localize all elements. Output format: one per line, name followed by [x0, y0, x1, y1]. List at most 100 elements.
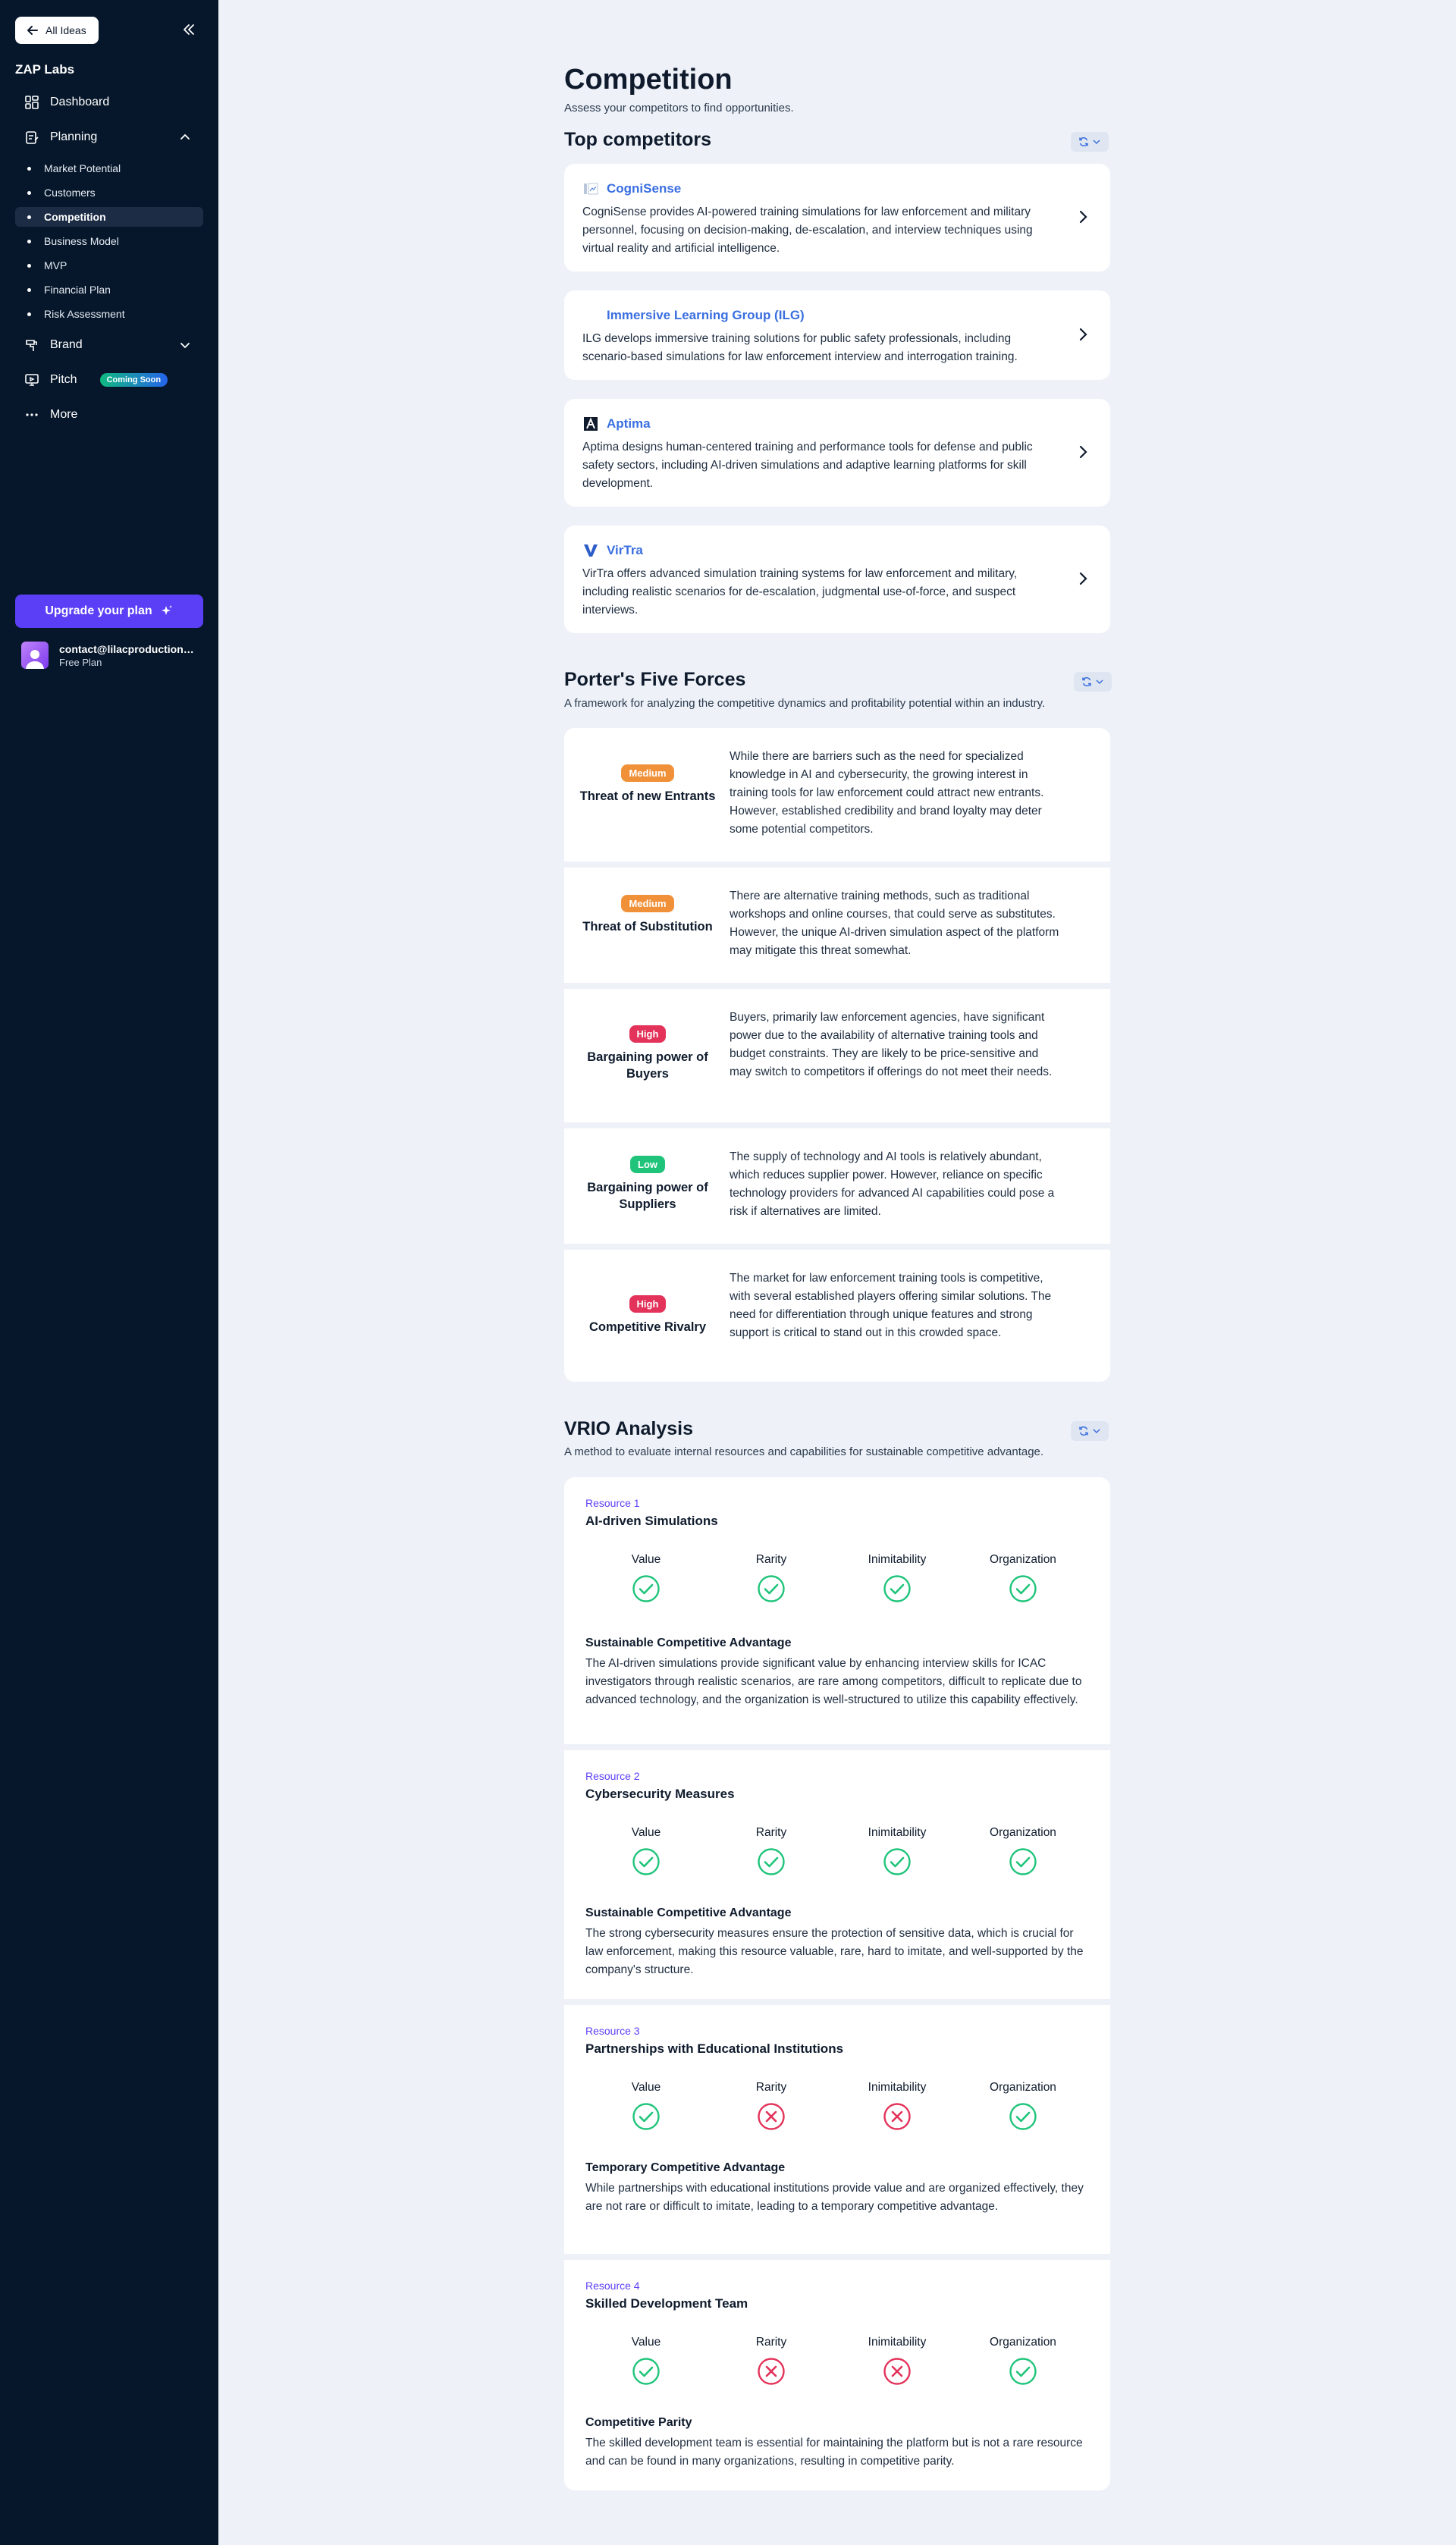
advantage-title: Sustainable Competitive Advantage: [585, 1637, 792, 1649]
level-badge: Medium: [621, 764, 674, 782]
sparkle-icon: [161, 605, 172, 615]
advantage-title: Temporary Competitive Advantage: [585, 2161, 786, 2174]
virtra-logo-icon: [582, 542, 599, 559]
sidebar: All Ideas ZAP Labs Dashboard Planning Ma…: [0, 0, 218, 2545]
advantage-title: Sustainable Competitive Advantage: [585, 1906, 792, 1919]
nav-dashboard-label: Dashboard: [50, 96, 110, 108]
competitor-name-text: VirTra: [607, 543, 643, 557]
check-circle-icon: [1009, 1574, 1037, 1603]
competitor-name: VirTra: [582, 542, 1057, 559]
resource-number: Resource 4: [585, 2280, 640, 2292]
nav-more-label: More: [50, 408, 78, 421]
competitor-description: ILG develops immersive training solution…: [582, 332, 1018, 363]
sidebar-item-market-potential[interactable]: Market Potential: [15, 158, 203, 178]
competitor-description: Aptima designs human-centered training a…: [582, 441, 1033, 490]
nav-pitch[interactable]: Pitch Coming Soon: [15, 366, 203, 394]
chevron-right-icon[interactable]: [1075, 327, 1090, 342]
x-circle-icon: [757, 2357, 786, 2386]
criterion-label: Inimitability: [868, 2336, 927, 2349]
force-name: Threat of new Entrants: [579, 789, 716, 803]
chevron-right-icon[interactable]: [1075, 444, 1090, 460]
force-description: Buyers, primarily law enforcement agenci…: [730, 1011, 1053, 1078]
criterion-label: Value: [631, 2081, 661, 2094]
advantage-description: While partnerships with educational inst…: [585, 2182, 1084, 2213]
criterion-label: Inimitability: [868, 2081, 927, 2094]
check-circle-icon: [632, 2102, 661, 2131]
user-plan: Free Plan: [59, 656, 102, 668]
chevron-down-icon: [1093, 1429, 1100, 1434]
regenerate-competitors-button[interactable]: [1071, 132, 1109, 152]
check-circle-icon: [1009, 2357, 1037, 2386]
org-name: ZAP Labs: [15, 62, 75, 77]
x-circle-icon: [883, 2102, 912, 2131]
regenerate-porter-button[interactable]: [1074, 672, 1112, 692]
sidebar-item-mvp[interactable]: MVP: [15, 256, 203, 275]
check-circle-icon: [1009, 2102, 1037, 2131]
level-badge: Low: [630, 1156, 665, 1173]
criterion-label: Value: [631, 1826, 661, 1839]
vrio-title: VRIO Analysis: [564, 1418, 693, 1439]
criterion-label: Organization: [990, 2336, 1056, 2349]
criterion-label: Organization: [990, 1826, 1056, 1839]
level-badge: Medium: [621, 895, 674, 912]
vrio-resource: Resource 1 AI-driven Simulations Value Rari…: [564, 1477, 1110, 1744]
x-circle-icon: [883, 2357, 912, 2386]
advantage-description: The AI-driven simulations provide signif…: [585, 1657, 1082, 1706]
nav-more[interactable]: More: [15, 401, 203, 428]
x-circle-icon: [757, 2102, 786, 2131]
nav-dashboard[interactable]: Dashboard: [15, 89, 203, 116]
check-circle-icon: [1009, 1847, 1037, 1876]
chevron-right-icon[interactable]: [1075, 209, 1090, 224]
nav-brand[interactable]: Brand: [15, 331, 203, 359]
competitor-name: Aptima: [582, 416, 1057, 432]
sidebar-item-competition[interactable]: Competition: [15, 207, 203, 227]
coming-soon-badge: Coming Soon: [99, 373, 168, 387]
dashboard-icon: [25, 96, 39, 109]
sidebar-item-business-model[interactable]: Business Model: [15, 231, 203, 251]
sidebar-item-financial-plan[interactable]: Financial Plan: [15, 280, 203, 300]
criterion-label: Value: [631, 1553, 661, 1566]
sidebar-item-customers[interactable]: Customers: [15, 183, 203, 202]
nav-pitch-label: Pitch: [50, 373, 77, 386]
competitor-card[interactable]: Aptima Aptima designs human-centered tra…: [564, 399, 1110, 507]
upgrade-plan-button[interactable]: Upgrade your plan: [15, 595, 203, 628]
competitor-card[interactable]: Immersive Learning Group (ILG) ILG devel…: [564, 290, 1110, 380]
criterion-label: Organization: [990, 1553, 1056, 1566]
force-row: Low Bargaining power of Suppliers The su…: [564, 1128, 1110, 1244]
chevron-up-icon: [180, 133, 190, 140]
vrio-resource: Resource 3 Partnerships with Educational …: [564, 2005, 1110, 2254]
competitor-card[interactable]: CogniSense CogniSense provides AI-powere…: [564, 164, 1110, 271]
nav-planning-label: Planning: [50, 130, 98, 143]
check-circle-icon: [883, 1847, 912, 1876]
criterion-label: Value: [631, 2336, 661, 2349]
refresh-icon: [1079, 137, 1088, 147]
resource-number: Resource 1: [585, 1497, 640, 1509]
resource-name: AI-driven Simulations: [585, 1514, 718, 1528]
user-profile[interactable]: contact@lilacproductions.com Free Plan: [21, 642, 196, 669]
aptima-logo-icon: [582, 416, 599, 432]
user-icon: [26, 650, 44, 669]
sidebar-item-risk-assessment[interactable]: Risk Assessment: [15, 304, 203, 324]
force-description: There are alternative training methods, …: [730, 890, 1059, 957]
competitor-card[interactable]: VirTra VirTra offers advanced simulation…: [564, 526, 1110, 633]
upgrade-plan-label: Upgrade your plan: [45, 604, 152, 617]
check-circle-icon: [632, 1847, 661, 1876]
regenerate-vrio-button[interactable]: [1071, 1421, 1109, 1441]
collapse-sidebar-button[interactable]: [177, 18, 200, 41]
chevron-right-icon[interactable]: [1075, 571, 1090, 586]
check-circle-icon: [757, 1574, 786, 1603]
advantage-description: The strong cybersecurity measures ensure…: [585, 1927, 1084, 1976]
force-name: Threat of Substitution: [582, 920, 713, 934]
force-row: High Bargaining power of Buyers Buyers, …: [564, 989, 1110, 1122]
all-ideas-button[interactable]: All Ideas: [15, 17, 99, 44]
check-circle-icon: [632, 1574, 661, 1603]
force-description: The supply of technology and AI tools is…: [730, 1150, 1055, 1218]
presentation-icon: [25, 374, 39, 386]
vrio-resource-list: Resource 1 AI-driven Simulations Value Rari…: [564, 1477, 1110, 2490]
criterion-label: Rarity: [755, 2081, 787, 2094]
vrio-resource: Resource 4 Skilled Development Team Value R…: [564, 2260, 1110, 2490]
refresh-icon: [1079, 1426, 1088, 1436]
nav-planning[interactable]: Planning: [15, 124, 203, 151]
force-row: Medium Threat of new Entrants While ther…: [564, 728, 1110, 861]
avatar: [21, 642, 49, 669]
